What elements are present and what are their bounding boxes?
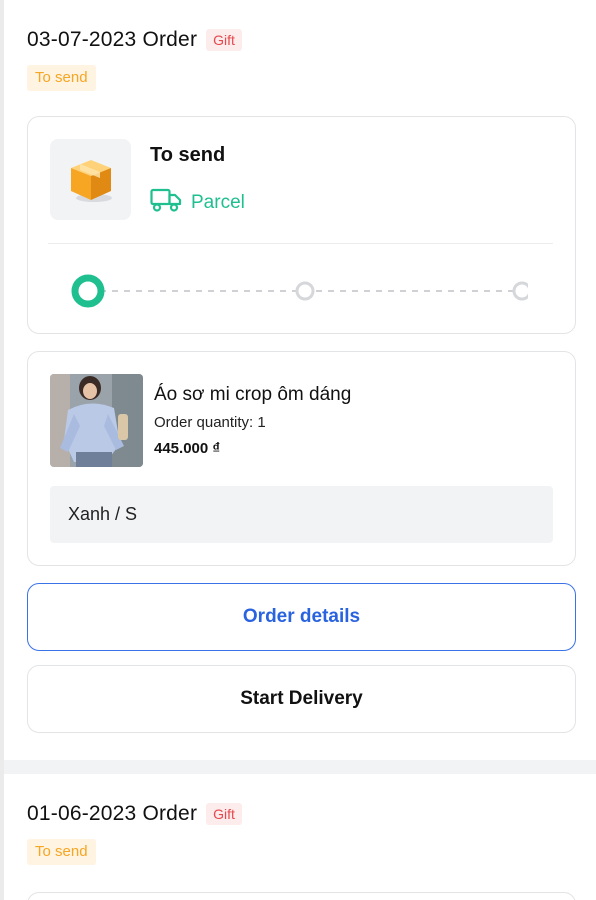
order-item-card[interactable]: Áo sơ mi crop ôm dáng Order quantity: 1 … bbox=[27, 351, 576, 566]
product-variant: Xanh / S bbox=[50, 486, 553, 543]
box-icon-graphic bbox=[70, 159, 112, 202]
status-tag: To send bbox=[27, 839, 96, 865]
order-title: 03-07-2023 Order bbox=[27, 28, 198, 51]
shipping-method: Parcel bbox=[150, 187, 245, 218]
order-header: 01-06-2023 Order Gift bbox=[27, 800, 242, 828]
truck-icon bbox=[150, 187, 182, 218]
order-title: 01-06-2023 Order bbox=[27, 802, 198, 825]
order-card: 01-06-2023 Order Gift To send bbox=[4, 774, 596, 900]
product-name: Áo sơ mi crop ôm dáng bbox=[154, 384, 352, 405]
progress-step-current bbox=[71, 274, 105, 308]
order-card: 03-07-2023 Order Gift To send To send Pa… bbox=[4, 0, 596, 760]
orders-page: 03-07-2023 Order Gift To send To send Pa… bbox=[0, 0, 596, 900]
product-price: 445.000 ₫ bbox=[154, 440, 221, 457]
shipping-method-label: Parcel bbox=[191, 191, 245, 213]
start-delivery-button[interactable]: Start Delivery bbox=[27, 665, 576, 733]
gift-badge: Gift bbox=[206, 29, 242, 51]
progress-step bbox=[512, 281, 528, 301]
box-icon bbox=[50, 139, 131, 220]
order-details-button[interactable]: Order details bbox=[27, 583, 576, 651]
divider bbox=[48, 243, 553, 244]
shipping-status-label: To send bbox=[150, 144, 226, 166]
order-header: 03-07-2023 Order Gift bbox=[27, 26, 242, 54]
gift-badge: Gift bbox=[206, 803, 242, 825]
status-tag: To send bbox=[27, 65, 96, 91]
shipping-status-card: To send Parcel bbox=[27, 116, 576, 334]
product-image bbox=[50, 374, 143, 467]
progress-step bbox=[295, 281, 315, 301]
order-quantity: Order quantity: 1 bbox=[154, 414, 266, 431]
shipping-status-card bbox=[27, 892, 576, 900]
delivery-progress bbox=[71, 274, 528, 308]
